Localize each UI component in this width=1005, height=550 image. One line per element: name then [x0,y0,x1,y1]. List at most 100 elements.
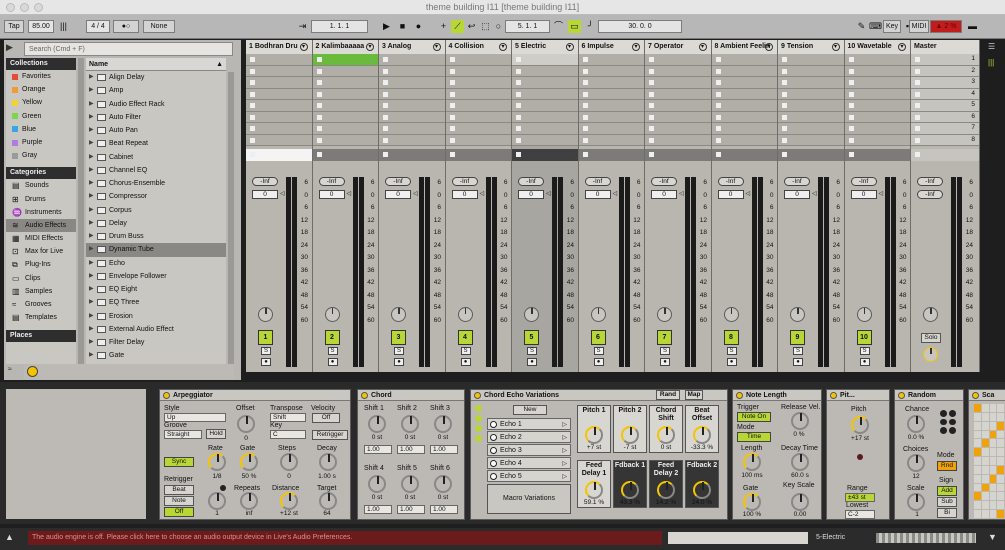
clip-slot[interactable] [578,77,644,89]
clip-slot[interactable] [778,111,844,123]
fader-cap-icon[interactable]: ◁ [679,190,684,197]
clip-slot[interactable] [844,88,910,100]
category-item[interactable]: ♒ Instruments [6,206,76,219]
clip-slot[interactable] [645,54,711,66]
list-item[interactable]: ▶ Amp [86,84,226,97]
volume-field[interactable]: -Inf [318,177,345,186]
list-item[interactable]: ▶ Auto Filter [86,111,226,124]
clip-slot[interactable] [578,111,644,123]
fader-cap-icon[interactable]: ◁ [280,190,285,197]
solo-cue-button[interactable]: Solo [921,333,941,343]
expand-icon[interactable]: ▶ [89,257,94,270]
clip-slot[interactable] [246,88,312,100]
scale-cell[interactable] [997,421,1004,430]
computer-keyboard-icon[interactable]: ⌨ [869,20,882,33]
clip-slot[interactable] [445,123,511,135]
collection-item[interactable]: Purple [6,136,76,149]
fader-cap-icon[interactable]: ◁ [812,190,817,197]
list-item[interactable]: ▶ Envelope Follower [86,270,226,283]
solo-button[interactable]: S [726,347,737,355]
clip-slot[interactable] [512,100,578,112]
scale-cell[interactable] [981,483,989,492]
tap-tempo-button[interactable]: Tap [4,20,24,33]
expand-icon[interactable]: ▶ [89,164,94,177]
solo-button[interactable]: S [261,347,271,355]
track-activator-button[interactable]: 9 [790,330,805,345]
category-item[interactable]: ≈ Grooves [6,298,76,311]
arm-button[interactable]: ● [261,358,271,366]
expand-icon[interactable]: ▶ [89,283,94,296]
back-to-arrangement-icon[interactable]: ↩ [465,20,478,33]
category-item[interactable]: ▭ Clips [6,272,76,285]
expand-icon[interactable]: ▶ [89,243,94,256]
arm-button[interactable]: ● [460,358,471,366]
clip-slot[interactable] [445,54,511,66]
preview-icon[interactable] [27,366,38,377]
volume-field[interactable]: -Inf [717,177,744,186]
list-item[interactable]: ▶ Channel EQ [86,164,226,177]
arm-button[interactable]: ● [327,358,338,366]
scale-cell[interactable] [989,404,997,412]
rack-macro-icon[interactable] [475,405,482,412]
scale-cell[interactable] [989,421,997,430]
solo-button[interactable]: S [527,347,537,355]
capture-icon[interactable]: ⬚ [479,20,492,33]
release-vel-knob[interactable] [791,412,809,430]
fader-cap-icon[interactable]: ◁ [347,190,352,197]
clip-stop-button[interactable] [645,149,711,161]
rack-chain-icon[interactable] [475,415,482,422]
clip-stop-button[interactable] [312,149,378,161]
scale-power-icon[interactable] [972,391,979,399]
scale-matrix[interactable] [974,404,1004,518]
scale-cell[interactable] [997,510,1004,518]
pan-knob[interactable] [657,307,672,322]
expand-icon[interactable]: ▶ [89,124,94,137]
category-item[interactable]: ≋ Audio Effects [6,218,76,233]
scale-cell[interactable] [997,492,1004,501]
scale-cell[interactable] [974,439,981,448]
arp-style-select[interactable]: Up [164,413,226,422]
list-item[interactable]: ▶ Delay [86,217,226,230]
variation-item[interactable]: Echo 4 ▷ [487,457,571,469]
expand-icon[interactable]: ▶ [89,204,94,217]
track-menu-icon[interactable]: ▾ [765,43,773,51]
clip-slot[interactable] [246,100,312,112]
overdub-icon[interactable]: + [437,20,450,33]
solo-button[interactable]: S [660,347,670,355]
scale-cell[interactable] [981,457,989,465]
volume-field[interactable]: -Inf [584,177,611,186]
scale-cell[interactable] [981,492,989,501]
midi-map-button[interactable]: MIDI [909,20,929,33]
list-item[interactable]: ▶ Drum Buss [86,230,226,243]
scale-cell[interactable] [997,465,1004,474]
scale-cell[interactable] [974,510,981,518]
track-activator-button[interactable]: 5 [524,330,539,345]
solo-button[interactable]: S [859,347,870,355]
scale-cell[interactable] [997,501,1004,510]
velocity-field[interactable]: 1.00 [430,445,458,454]
clip-slot[interactable] [445,111,511,123]
category-item[interactable]: ⊞ Drums [6,193,76,206]
arp-decay-knob[interactable] [319,453,337,471]
rack-device-icon[interactable] [475,435,482,442]
macro-knob[interactable] [657,481,675,499]
scale-cell[interactable] [981,510,989,518]
rack-power-icon[interactable] [474,391,481,399]
list-header[interactable]: Name ▲ [86,58,226,71]
scale-cell[interactable] [997,430,1004,439]
clip-slot[interactable] [379,77,445,89]
arp-sync-button[interactable]: Sync [164,457,194,467]
scale-cell[interactable] [981,465,989,474]
record-icon[interactable]: ● [412,20,425,33]
scale-cell[interactable] [974,483,981,492]
track-menu-icon[interactable]: ▾ [698,43,707,51]
macro-control[interactable]: Pitch 2 -7 st [613,405,647,453]
scale-cell[interactable] [974,457,981,465]
track-activator-button[interactable]: 7 [657,330,672,345]
macro-control[interactable]: Fdback 2 24.0 % [685,460,719,508]
clip-stop-button[interactable] [844,149,910,161]
sign-sub-button[interactable]: Sub [937,497,957,507]
track-menu-icon[interactable]: ▾ [432,43,441,51]
map-button[interactable]: Map [685,390,703,400]
expand-icon[interactable]: ▶ [89,98,94,111]
